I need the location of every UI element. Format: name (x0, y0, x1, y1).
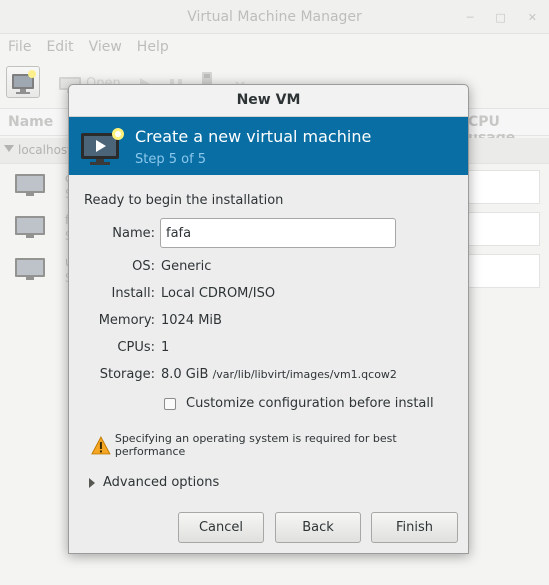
install-label: Install: (111, 286, 155, 301)
os-warning: Specifying an operating system is requir… (91, 432, 468, 458)
banner-title: Create a new virtual machine (135, 127, 372, 146)
finish-button[interactable]: Finish (371, 512, 458, 543)
storage-value: 8.0 GiB /var/lib/libvirt/images/vm1.qcow… (161, 367, 397, 382)
expander-arrow-icon[interactable] (89, 477, 95, 488)
vm-name-input[interactable] (160, 218, 396, 248)
warning-icon (91, 435, 111, 454)
vm-monitor-icon (81, 128, 124, 165)
name-label: Name: (112, 226, 155, 241)
customize-option[interactable]: Customize configuration before install (164, 396, 434, 411)
warning-text: Specifying an operating system is requir… (114, 432, 397, 458)
os-value: Generic (161, 259, 212, 274)
cpus-value: 1 (161, 340, 170, 355)
dialog-title: New VM (69, 85, 468, 117)
ready-heading: Ready to begin the installation (84, 193, 284, 208)
memory-value: 1024 MiB (161, 313, 222, 328)
advanced-options-expander[interactable]: Advanced options (89, 475, 219, 490)
customize-label[interactable]: Customize configuration before install (186, 396, 434, 411)
install-value: Local CDROM/ISO (161, 286, 276, 301)
customize-checkbox[interactable] (164, 397, 176, 410)
storage-size: 8.0 GiB (161, 367, 209, 382)
storage-path: /var/lib/libvirt/images/vm1.qcow2 (212, 368, 397, 381)
banner-step: Step 5 of 5 (135, 152, 207, 167)
memory-label: Memory: (98, 313, 155, 328)
cpus-label: CPUs: (117, 340, 155, 355)
wizard-banner: Create a new virtual machine Step 5 of 5 (69, 117, 468, 175)
back-button[interactable]: Back (275, 512, 361, 543)
storage-label: Storage: (99, 367, 155, 382)
advanced-options-label[interactable]: Advanced options (103, 475, 219, 490)
os-label: OS: (132, 259, 155, 274)
new-vm-dialog: New VM Create a new virtual machine Step… (68, 84, 469, 554)
cancel-button[interactable]: Cancel (178, 512, 264, 543)
